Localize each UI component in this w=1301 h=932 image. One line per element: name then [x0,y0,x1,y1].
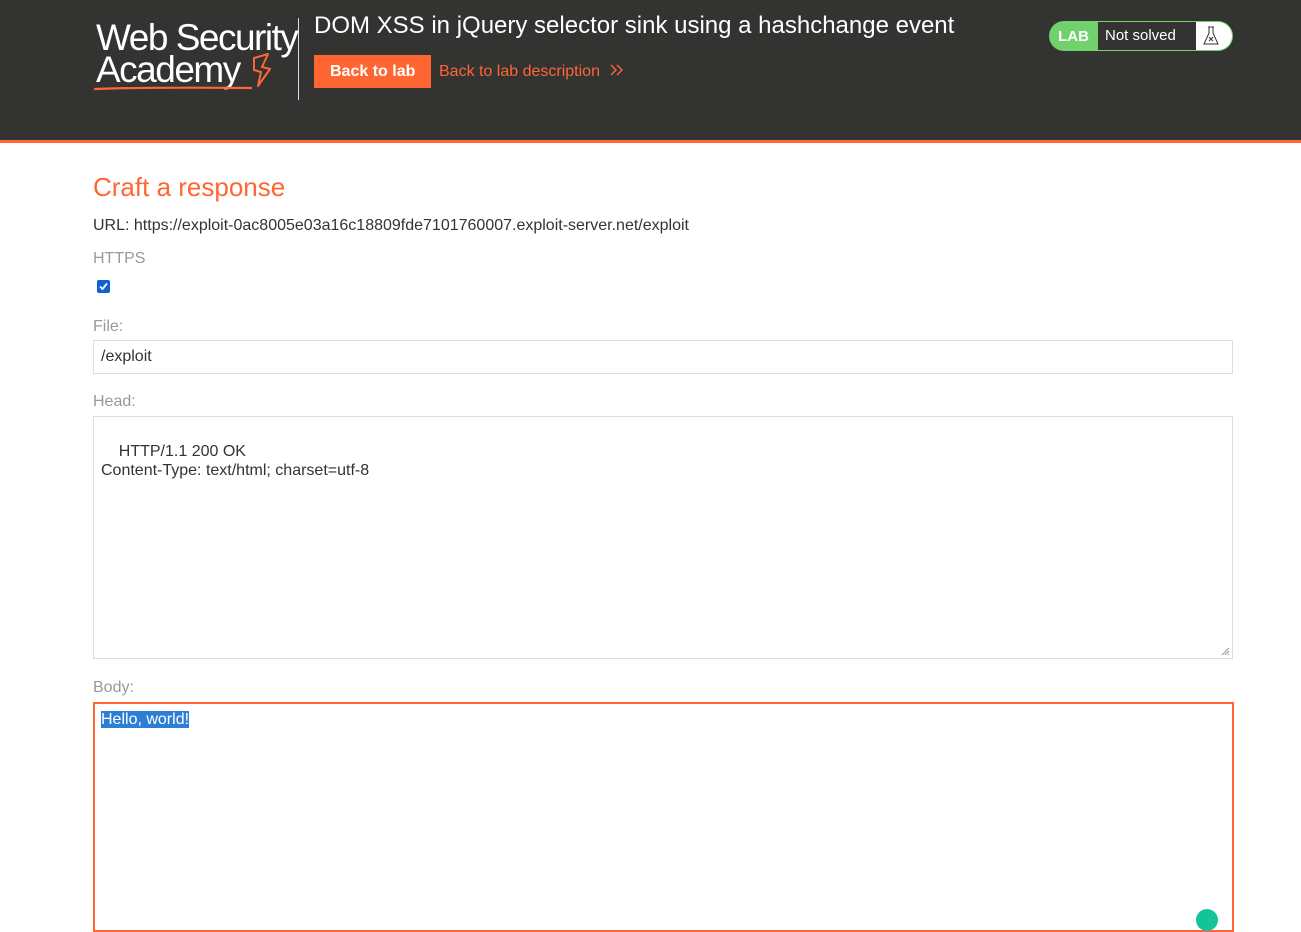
lab-status-widget: LAB Not solved [1049,21,1233,51]
body-textarea[interactable]: Hello, world! [93,702,1234,932]
body-label: Body: [93,679,134,696]
https-label: HTTPS [93,250,146,267]
head-label: Head: [93,393,136,410]
logo-bolt-icon [253,53,271,87]
back-to-lab-description-label: Back to lab description [439,63,600,80]
checkmark-icon [99,282,108,291]
url-line: URL: https://exploit-0ac8005e03a16c18809… [93,216,689,236]
lab-title: DOM XSS in jQuery selector sink using a … [314,12,955,39]
lab-tag: LAB [1058,28,1089,45]
body-textarea-value: Hello, world! [101,711,190,728]
double-chevron-right-icon [610,55,624,88]
back-to-lab-button[interactable]: Back to lab [314,55,432,88]
back-to-lab-description-link[interactable]: Back to lab description [439,55,624,88]
logo-swoosh-icon [94,86,253,91]
grammarly-icon[interactable] [1196,909,1218,931]
page-title: Craft a response [93,172,286,202]
file-label: File: [93,318,124,335]
web-security-academy-logo[interactable]: Web Security Academy [94,18,299,100]
resize-grip-icon[interactable] [1220,646,1230,656]
academy-header: Web Security Academy DOM XSS in jQuery s… [0,0,1301,143]
file-input[interactable]: /exploit [93,340,1233,374]
flask-icon [1196,22,1232,50]
lab-status-text: Not solved [1098,22,1196,50]
head-textarea[interactable]: HTTP/1.1 200 OK Content-Type: text/html;… [93,416,1233,659]
head-textarea-value: HTTP/1.1 200 OK Content-Type: text/html;… [101,443,370,479]
https-checkbox[interactable] [97,280,110,293]
url-label: URL: [93,217,130,234]
url-value: https://exploit-0ac8005e03a16c18809fde71… [133,217,689,234]
